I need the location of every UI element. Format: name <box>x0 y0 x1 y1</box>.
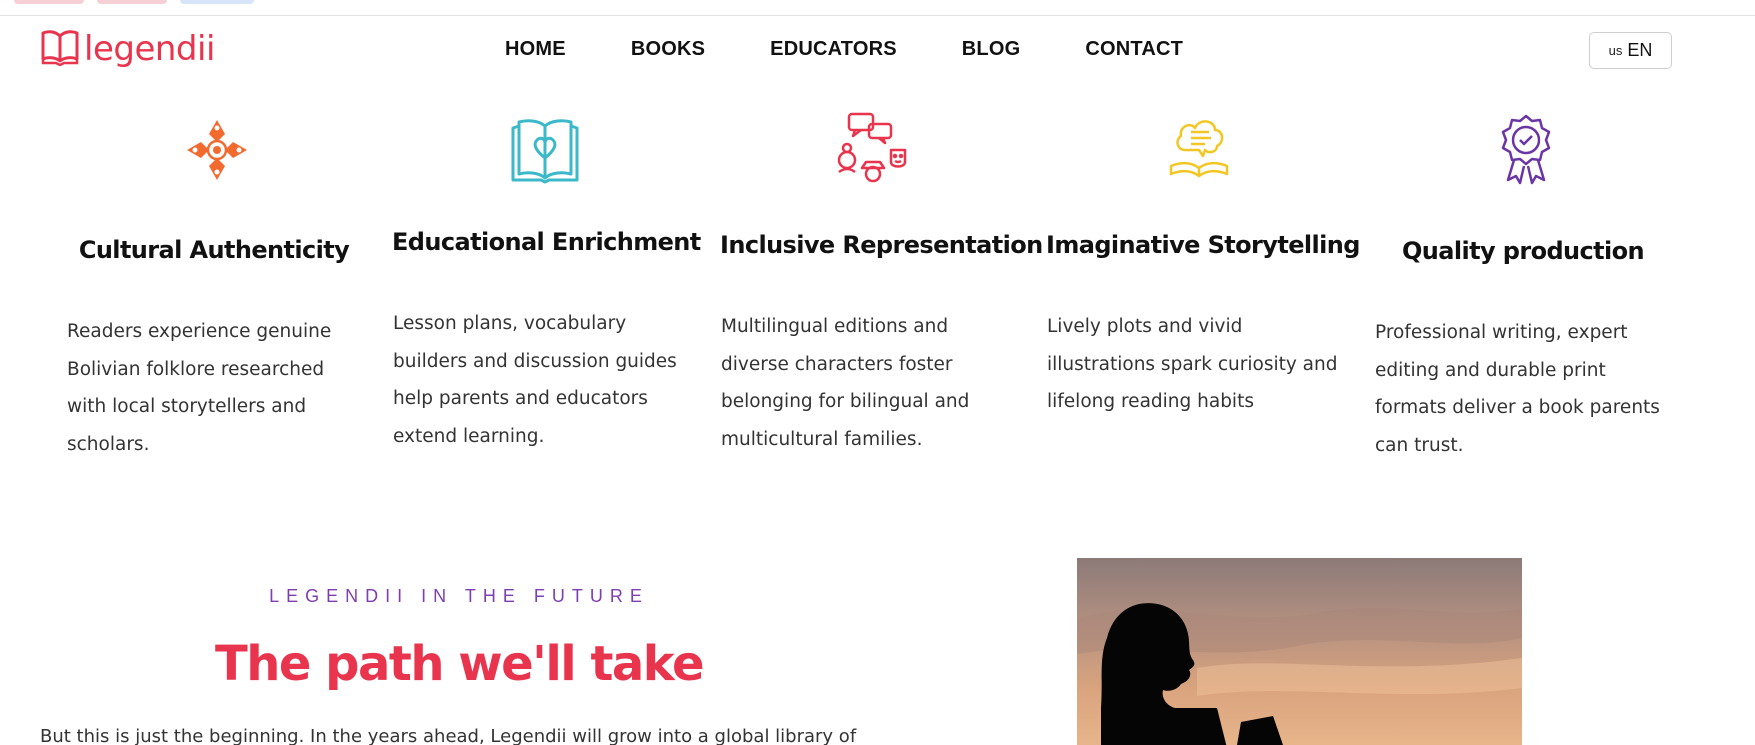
nav-educators[interactable]: EDUCATORS <box>770 38 897 61</box>
logo[interactable]: legendii <box>40 28 215 70</box>
feature-title: Imaginative Storytelling <box>1046 231 1360 259</box>
browser-bookmarks-strip <box>0 0 1755 16</box>
nav-contact[interactable]: CONTACT <box>1085 38 1183 61</box>
nav-home[interactable]: HOME <box>505 38 566 61</box>
language-code: EN <box>1627 40 1653 60</box>
section-title: The path we'll take <box>215 636 705 692</box>
book-logo-icon <box>40 28 80 70</box>
open-book-heart-icon <box>505 110 585 190</box>
feature-description: Readers experience genuine Bolivian folk… <box>67 321 332 455</box>
bookmark-chip[interactable] <box>14 0 84 4</box>
feature-description: Lesson plans, vocabulary builders and di… <box>393 313 677 447</box>
story-book-thought-icon <box>1159 110 1239 190</box>
language-selector[interactable]: us EN <box>1589 32 1672 69</box>
nav-books[interactable]: BOOKS <box>631 38 705 61</box>
feature-description: Lively plots and vivid illustrations spa… <box>1047 316 1338 412</box>
section-eyebrow: LEGENDII IN THE FUTURE <box>269 586 649 606</box>
feature-description: Professional writing, expert editing and… <box>1375 322 1660 456</box>
child-reading-silhouette-image <box>1077 558 1522 745</box>
feature-title: Quality production <box>1401 237 1645 265</box>
cultural-diamond-icon <box>177 110 257 190</box>
diverse-people-chat-icon <box>833 110 913 190</box>
section-body: But this is just the beginning. In the y… <box>40 726 857 745</box>
logo-text: legendii <box>84 29 215 69</box>
feature-title: Cultural Authenticity <box>78 236 350 264</box>
flag-label: us <box>1608 43 1623 58</box>
nav-blog[interactable]: BLOG <box>962 38 1021 61</box>
bookmark-chip[interactable] <box>97 0 167 4</box>
feature-title: Educational Enrichment <box>392 228 701 256</box>
feature-description: Multilingual editions and diverse charac… <box>721 316 970 450</box>
feature-title: Inclusive Representation <box>720 231 1043 259</box>
main-nav: HOME BOOKS EDUCATORS BLOG CONTACT <box>505 38 1248 61</box>
quality-badge-icon <box>1486 110 1566 190</box>
bookmark-chip[interactable] <box>180 0 254 4</box>
site-header: legendii HOME BOOKS EDUCATORS BLOG CONTA… <box>0 16 1755 86</box>
